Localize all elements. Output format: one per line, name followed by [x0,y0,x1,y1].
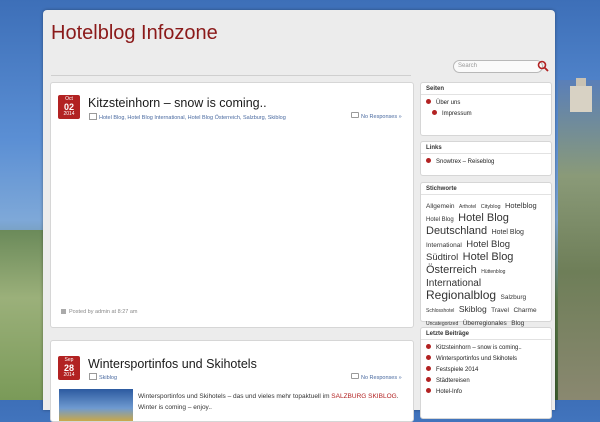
tag-link[interactable]: Cityblog [481,204,501,210]
post-card: Sep 28 2014 Wintersportinfos und Skihote… [50,340,414,422]
post-title[interactable]: Wintersportinfos und Skihotels [88,357,257,371]
post-responses: No Responses » [351,112,402,120]
tag-link[interactable]: International [426,242,462,249]
tag-link[interactable]: Deutschland [426,225,487,237]
tag-link[interactable]: Hotelblog [505,201,537,210]
tag-link[interactable]: Salzburg [501,294,527,301]
date-day: 02 [63,102,74,112]
tag-link[interactable]: Hotel Blog [492,229,524,236]
widget-links: Links Snowtrex – Reiseblog [420,141,552,176]
tag-link[interactable]: Hotel Blog [463,251,514,263]
pages-item-impressum[interactable]: Impressum [426,109,546,120]
tag-link[interactable]: Regionalblog [426,288,496,302]
recent-post-item[interactable]: Wintersportinfos und Skihotels [426,354,546,365]
tag-link[interactable]: Hotel Blog [426,217,454,223]
tag-link[interactable]: Schlosshotel [426,308,454,314]
links-item-label: Snowtrex – Reiseblog [436,159,495,165]
recent-post-label: Hotel-Info [436,389,463,395]
tag-link[interactable]: Arthotel [459,204,476,210]
bullet-icon [426,355,431,360]
skiblog-link[interactable]: SALZBURG SKIBLOG [331,393,396,400]
folder-icon [89,113,97,120]
tag-link[interactable]: Südtirol [426,252,458,263]
post-responses: No Responses » [351,373,402,381]
post-categories: Skiblog [89,373,117,381]
widget-title: Letzte Beiträge [421,328,551,340]
post-thumbnail-image[interactable] [59,389,133,421]
folder-icon [89,373,97,380]
tag-link[interactable]: Hüttenblog [481,269,505,275]
bullet-icon [432,110,437,115]
recent-post-item[interactable]: Festspiele 2014 [426,365,546,376]
date-day: 28 [63,363,74,373]
tag-cloud: Allgemein Arthotel Cityblog Hotelblog Ho… [421,195,551,331]
comment-icon [351,373,359,379]
widget-title: Links [421,142,551,154]
comment-icon [351,112,359,118]
recent-post-item[interactable]: Hotel-Info [426,387,546,398]
user-icon [61,309,66,314]
post-categories-text[interactable]: Skiblog [99,375,117,381]
background-landscape-right [558,80,600,400]
pages-item-about[interactable]: Über uns [426,98,546,109]
post-meta: Posted by admin at 8:27 am [61,309,137,315]
bullet-icon [426,366,431,371]
bullet-icon [426,99,431,104]
pages-item-label: Impressum [442,111,472,117]
date-year: 2014 [63,372,75,378]
pages-item-label: Über uns [436,100,461,106]
post-excerpt: Wintersportinfos und Skihotels – das und… [138,391,408,413]
header-divider [51,75,411,76]
page-container: Hotelblog Infozone Search Oct 02 2014 Ki… [43,10,555,422]
links-item-snowtrex[interactable]: Snowtrex – Reiseblog [426,157,546,168]
recent-post-item[interactable]: Städtereisen [426,376,546,387]
post-card: Oct 02 2014 Kitzsteinhorn – snow is comi… [50,82,414,328]
tag-link[interactable]: Charme [513,307,536,314]
bullet-icon [426,377,431,382]
castle-image [570,78,592,112]
post-categories: Hotel Blog, Hotel Blog International, Ho… [89,113,286,121]
search-icon[interactable] [537,60,549,72]
tag-link[interactable]: Blog [511,320,524,327]
tag-link[interactable]: Skiblog [459,304,487,314]
tag-link[interactable]: Überregionales [463,320,507,327]
recent-post-label: Wintersportinfos und Skihotels [436,356,518,362]
tag-link[interactable]: Travel [491,307,509,314]
search-input[interactable]: Search [453,60,543,73]
excerpt-text: Wintersportinfos und Skihotels – das und… [138,393,330,400]
widget-tag-cloud: Stichworte Allgemein Arthotel Cityblog H… [420,182,552,327]
recent-post-label: Kitzsteinhorn – snow is coming.. [436,345,522,351]
recent-post-label: Städtereisen [436,378,470,384]
post-responses-link[interactable]: No Responses » [361,375,402,381]
tag-link[interactable]: Hotel Blog [458,212,509,224]
post-meta-text: Posted by admin at 8:27 am [69,309,138,315]
recent-post-label: Festspiele 2014 [436,367,479,373]
tag-link[interactable]: Hotel Blog [466,239,510,250]
tag-link[interactable]: Österreich [426,264,477,276]
widget-title: Seiten [421,83,551,95]
widget-title: Stichworte [421,183,551,195]
site-title[interactable]: Hotelblog Infozone [51,22,218,45]
post-date-badge: Sep 28 2014 [58,356,80,380]
widget-pages: Seiten Über uns Impressum [420,82,552,136]
bullet-icon [426,344,431,349]
recent-post-item[interactable]: Kitzsteinhorn – snow is coming.. [426,343,546,354]
bullet-icon [426,158,431,163]
post-responses-link[interactable]: No Responses » [361,114,402,120]
post-title[interactable]: Kitzsteinhorn – snow is coming.. [88,96,267,110]
tag-link[interactable]: Allgemein [426,203,455,210]
bullet-icon [426,388,431,393]
post-categories-text[interactable]: Hotel Blog, Hotel Blog International, Ho… [99,115,286,121]
post-date-badge: Oct 02 2014 [58,95,80,119]
widget-recent-posts: Letzte Beiträge Kitzsteinhorn – snow is … [420,327,552,419]
date-year: 2014 [63,111,75,117]
